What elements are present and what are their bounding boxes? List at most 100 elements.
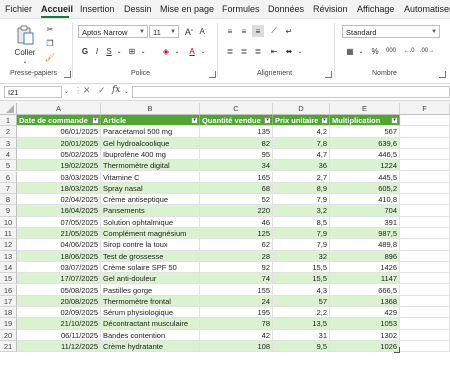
empty-cell[interactable] [400, 329, 450, 341]
column-header-b[interactable]: B [101, 103, 200, 115]
row-header[interactable]: 18 [0, 307, 17, 319]
accounting-format-icon[interactable]: ▦ [344, 45, 356, 57]
number-format-select[interactable]: Standard ▼ [342, 25, 440, 38]
table-cell[interactable]: Sirop contre la toux [101, 239, 200, 251]
table-cell[interactable]: 220 [200, 205, 273, 217]
menu-insertion[interactable]: Insertion [80, 4, 115, 14]
table-cell[interactable]: 05/08/2025 [17, 284, 101, 296]
row-header[interactable]: 11 [0, 228, 17, 240]
table-cell[interactable]: 7,9 [273, 239, 330, 251]
empty-cell[interactable] [400, 228, 450, 240]
menu-automatiser[interactable]: Automatiser [404, 4, 450, 14]
table-cell[interactable]: 82 [200, 137, 273, 149]
table-cell[interactable]: 19/02/2025 [17, 160, 101, 172]
chevron-down-icon[interactable]: ⌄ [296, 45, 304, 57]
table-cell[interactable]: 8,5 [273, 216, 330, 228]
decrease-indent-icon[interactable]: ⇤ [268, 45, 280, 57]
table-cell[interactable]: 125 [200, 228, 273, 240]
table-cell[interactable]: Gel hydroalcoolique [101, 137, 200, 149]
insert-function-icon[interactable]: fx [112, 85, 120, 95]
table-cell[interactable]: 1053 [330, 318, 400, 330]
table-cell[interactable]: 391 [330, 216, 400, 228]
table-cell[interactable]: 1302 [330, 329, 400, 341]
table-cell[interactable]: 896 [330, 250, 400, 262]
table-cell[interactable]: 52 [200, 194, 273, 206]
align-bottom-icon[interactable]: ≡ [252, 25, 264, 37]
table-cell[interactable]: Crème hydratante [101, 341, 200, 353]
table-cell[interactable]: Ibuprofène 400 mg [101, 148, 200, 161]
font-size-select[interactable]: 11 ▼ [149, 25, 179, 38]
table-cell[interactable]: 46 [200, 216, 273, 228]
table-cell[interactable]: 1147 [330, 273, 400, 285]
table-cell[interactable]: 68 [200, 182, 273, 195]
row-header[interactable]: 16 [0, 284, 17, 296]
align-right-icon[interactable]: ≣ [252, 45, 264, 57]
empty-cell[interactable] [400, 261, 450, 274]
table-cell[interactable]: 2,7 [273, 171, 330, 183]
empty-cell[interactable] [400, 284, 450, 296]
empty-cell[interactable] [400, 194, 450, 206]
table-cell[interactable]: Crème antiseptique [101, 194, 200, 206]
table-cell[interactable]: 05/02/2025 [17, 148, 101, 161]
wrap-text-icon[interactable]: ↵ [283, 25, 295, 37]
table-cell[interactable]: 1224 [330, 160, 400, 172]
table-cell[interactable]: 04/06/2025 [17, 239, 101, 251]
row-header[interactable]: 20 [0, 329, 17, 341]
row-header[interactable]: 19 [0, 318, 17, 330]
table-cell[interactable]: Test de grossesse [101, 250, 200, 262]
table-cell[interactable]: 666,5 [330, 284, 400, 296]
table-cell[interactable]: 17/07/2025 [17, 273, 101, 285]
table-cell[interactable]: 31 [273, 329, 330, 341]
table-cell[interactable]: Crème solaire SPF 50 [101, 261, 200, 274]
table-cell[interactable]: 03/03/2025 [17, 171, 101, 183]
table-cell[interactable]: 1368 [330, 295, 400, 308]
table-cell[interactable]: 7,9 [273, 228, 330, 240]
format-painter-icon[interactable]: 🖌 [44, 51, 56, 63]
italic-button[interactable]: I [92, 45, 102, 57]
column-header-c[interactable]: C [200, 103, 273, 115]
table-cell[interactable]: 410,8 [330, 194, 400, 206]
table-cell[interactable]: 20/01/2025 [17, 137, 101, 149]
row-header[interactable]: 4 [0, 148, 17, 161]
table-cell[interactable]: 11/12/2025 [17, 341, 101, 353]
table-cell[interactable]: Pastilles gorge [101, 284, 200, 296]
row-header[interactable]: 8 [0, 194, 17, 206]
table-cell[interactable]: 20/08/2025 [17, 295, 101, 308]
table-cell[interactable]: Pansements [101, 205, 200, 217]
table-cell[interactable]: 9,5 [273, 341, 330, 353]
orientation-icon[interactable]: ⟋ [268, 25, 280, 37]
cut-icon[interactable]: ✂ [44, 23, 56, 35]
font-color-icon[interactable]: A [186, 45, 198, 57]
paste-icon[interactable] [14, 25, 36, 45]
empty-cell[interactable] [400, 148, 450, 161]
table-cell[interactable]: 18/06/2025 [17, 250, 101, 262]
select-all-corner[interactable] [0, 103, 17, 115]
empty-cell[interactable] [400, 182, 450, 195]
table-cell[interactable]: 62 [200, 239, 273, 251]
align-middle-icon[interactable]: ≡ [238, 25, 250, 37]
row-header[interactable]: 21 [0, 341, 17, 353]
empty-cell[interactable] [400, 160, 450, 172]
fill-color-icon[interactable]: ◈ [160, 45, 172, 57]
confirm-icon[interactable]: ✓ [98, 85, 106, 96]
table-cell[interactable]: 195 [200, 307, 273, 319]
decrease-font-icon[interactable]: Aˇ [197, 25, 209, 38]
table-cell[interactable]: 15,5 [273, 261, 330, 274]
table-cell[interactable]: 4,3 [273, 284, 330, 296]
chevron-down-icon[interactable]: ⌄ [139, 45, 147, 57]
chevron-down-icon[interactable]: ⌄ [124, 88, 129, 95]
underline-button[interactable]: S [104, 45, 114, 57]
table-cell[interactable]: 28 [200, 250, 273, 262]
row-header[interactable]: 6 [0, 171, 17, 183]
filter-dropdown-icon[interactable]: ▾ [264, 117, 271, 124]
menu-fichier[interactable]: Fichier [5, 4, 32, 14]
table-cell[interactable]: Sérum physiologique [101, 307, 200, 319]
table-cell[interactable]: 07/05/2025 [17, 216, 101, 228]
table-cell[interactable]: Vitamine C [101, 171, 200, 183]
table-header-cell[interactable]: Quantité vendue [200, 115, 273, 127]
table-cell[interactable]: Décontractant musculaire [101, 318, 200, 330]
table-cell[interactable]: 36 [273, 160, 330, 172]
font-name-select[interactable]: Aptos Narrow ▼ [78, 25, 148, 38]
borders-icon[interactable]: ⊞ [126, 45, 138, 57]
row-header[interactable]: 9 [0, 205, 17, 217]
